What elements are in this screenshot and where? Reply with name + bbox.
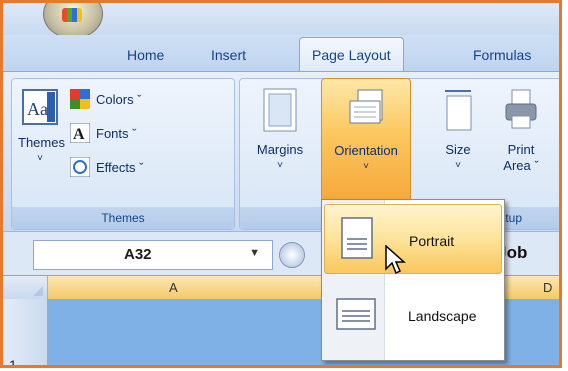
- tab-formulas[interactable]: Formulas: [473, 47, 531, 63]
- print-area-button[interactable]: Print Area ˇ: [493, 88, 549, 174]
- fonts-button[interactable]: A Fonts ˇ: [70, 123, 136, 143]
- size-button[interactable]: Size ˅: [435, 88, 481, 174]
- svg-text:A: A: [73, 126, 85, 143]
- fonts-icon: A: [70, 123, 90, 143]
- effects-label: Effects ˇ: [96, 159, 144, 175]
- landscape-icon: [336, 298, 376, 330]
- name-box[interactable]: A32 ▼: [33, 240, 273, 270]
- margins-icon: [263, 88, 297, 132]
- chevron-down-icon: ˅: [37, 153, 43, 164]
- print-area-label-2: Area ˇ: [503, 158, 539, 173]
- ribbon-tabs: Home Insert Page Layout Formulas: [3, 35, 559, 72]
- column-header-d[interactable]: D: [543, 280, 552, 295]
- fonts-label: Fonts ˇ: [96, 125, 137, 141]
- select-all-triangle-icon: [33, 286, 43, 296]
- tab-insert[interactable]: Insert: [211, 47, 246, 63]
- select-all-button[interactable]: [3, 276, 48, 300]
- effects-button[interactable]: Effects ˇ: [70, 157, 143, 177]
- orientation-content: Orientation ˅: [322, 89, 410, 175]
- themes-label: Themes: [18, 135, 65, 150]
- formula-bar-handle-icon[interactable]: [279, 242, 305, 268]
- office-logo-icon: [62, 8, 82, 22]
- chevron-down-icon: ˅: [455, 160, 461, 171]
- mouse-cursor-icon: [385, 245, 406, 275]
- tab-page-layout[interactable]: Page Layout: [299, 37, 404, 72]
- orientation-icon: [349, 89, 383, 124]
- portrait-icon: [341, 217, 373, 259]
- colors-label: Colors ˇ: [96, 91, 142, 107]
- chevron-down-icon: ˅: [277, 160, 283, 171]
- margins-label: Margins: [256, 142, 304, 157]
- themes-button[interactable]: Aa Themes ˅: [18, 89, 65, 167]
- orientation-label: Orientation: [334, 143, 398, 158]
- margins-button[interactable]: Margins ˅: [245, 88, 315, 174]
- office-button[interactable]: [43, 3, 103, 39]
- themes-group: Aa Themes ˅ Colors ˇ A Fonts ˇ Effects ˇ…: [11, 78, 235, 230]
- svg-text:Aa: Aa: [27, 99, 48, 119]
- orientation-button[interactable]: Orientation ˅: [321, 78, 411, 204]
- tab-home[interactable]: Home: [127, 47, 164, 63]
- colors-button[interactable]: Colors ˇ: [70, 89, 142, 109]
- size-label: Size: [445, 142, 471, 157]
- print-area-label: Print: [507, 142, 535, 157]
- excel-window: Home Insert Page Layout Formulas Aa Them…: [0, 0, 562, 368]
- portrait-label: Portrait: [409, 233, 455, 249]
- title-bar: [3, 3, 559, 39]
- size-icon: [445, 90, 472, 131]
- column-header-a[interactable]: A: [169, 280, 178, 295]
- chevron-down-icon: ˅: [363, 161, 369, 172]
- menu-item-portrait[interactable]: Portrait: [324, 204, 502, 274]
- name-box-value: A32: [124, 246, 152, 263]
- themes-icon: Aa: [22, 89, 58, 125]
- row-headers: 1: [3, 299, 48, 365]
- effects-icon: [70, 157, 90, 177]
- menu-item-landscape[interactable]: Landscape: [324, 284, 502, 352]
- colors-icon: [70, 89, 90, 109]
- dropdown-arrow-icon[interactable]: ▼: [249, 247, 260, 259]
- row-header-1[interactable]: 1: [9, 357, 17, 365]
- printer-icon: [505, 89, 537, 129]
- orientation-menu: Portrait Landscape: [321, 199, 505, 361]
- landscape-label: Landscape: [408, 308, 477, 324]
- themes-group-label: Themes: [12, 207, 234, 229]
